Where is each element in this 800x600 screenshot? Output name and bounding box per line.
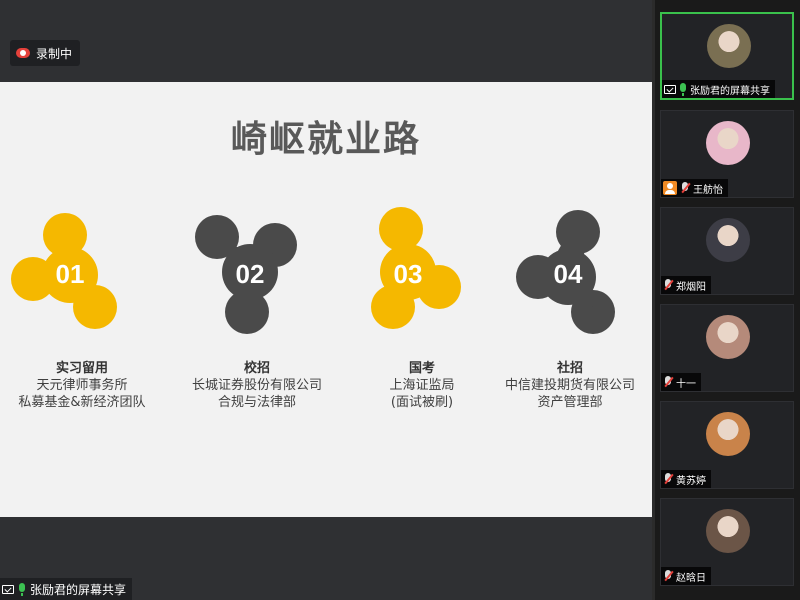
slide-title: 崎岖就业路	[230, 119, 421, 160]
screen-share-icon	[664, 84, 676, 94]
participant-list[interactable]: 张励君的屏幕共享 王舫怡 郑烟阳 十一 黄苏婷 赵晗日	[655, 0, 800, 600]
participant-name-bar: 郑烟阳	[661, 276, 711, 294]
step-caption-4: 社招 中信建投期货有限公司 资产管理部	[485, 360, 652, 411]
presentation-slide: 崎岖就业路 01 02 03 04 实习留用 天元律师事务所 私募基金&新经济团…	[0, 82, 652, 517]
participant-name-bar: 黄苏婷	[661, 470, 711, 488]
step-caption-3: 国考 上海证监局 (面试被刷)	[337, 360, 507, 411]
participant-name: 郑烟阳	[676, 281, 706, 293]
step-number-2: 02	[235, 259, 265, 289]
avatar	[706, 509, 750, 553]
mic-muted-icon	[663, 473, 673, 485]
participant-name: 张励君的屏幕共享	[690, 85, 770, 97]
participant-name: 王舫怡	[693, 184, 723, 196]
participant-name-bar: 十一	[661, 373, 701, 391]
step-line2-4: 资产管理部	[537, 395, 603, 410]
participant-tile-6[interactable]: 赵晗日	[660, 498, 794, 586]
step-caption-2: 校招 长城证券股份有限公司 合规与法律部	[172, 360, 342, 411]
mic-muted-icon	[663, 570, 673, 582]
step-heading-3: 国考	[408, 361, 435, 376]
participant-name-bar: 赵晗日	[661, 567, 711, 585]
participant-name-bar: 张励君的屏幕共享	[662, 80, 775, 98]
participant-name: 黄苏婷	[676, 475, 706, 487]
participant-name: 赵晗日	[676, 572, 706, 584]
participant-tile-1[interactable]: 张励君的屏幕共享	[660, 12, 794, 100]
recording-badge[interactable]: 录制中	[10, 40, 81, 66]
step-caption-1: 实习留用 天元律师事务所 私募基金&新经济团队	[0, 360, 167, 411]
step-heading-2: 校招	[243, 361, 270, 376]
step-line2-3: (面试被刷)	[390, 395, 454, 410]
avatar	[707, 24, 751, 68]
step-line1-4: 中信建投期货有限公司	[504, 378, 635, 393]
step-line1-2: 长城证券股份有限公司	[191, 378, 322, 393]
user-icon	[663, 181, 677, 195]
avatar	[706, 315, 750, 359]
participant-tile-2[interactable]: 王舫怡	[660, 110, 794, 198]
avatar	[706, 218, 750, 262]
step-line1-3: 上海证监局	[389, 378, 455, 393]
step-line2-1: 私募基金&新经济团队	[18, 395, 146, 410]
participant-tile-3[interactable]: 郑烟阳	[660, 207, 794, 295]
step-shape-1: 01	[0, 207, 155, 342]
step-shape-4: 04	[483, 207, 652, 342]
recording-label: 录制中	[36, 46, 73, 61]
screen-share-label[interactable]: 张励君的屏幕共享	[0, 578, 133, 600]
step-shape-2: 02	[165, 207, 335, 342]
avatar	[706, 121, 750, 165]
mic-muted-icon	[663, 376, 673, 388]
step-shape-3: 03	[323, 207, 493, 342]
microphone-icon	[679, 82, 687, 96]
mic-muted-icon	[663, 279, 673, 291]
step-heading-4: 社招	[556, 361, 583, 376]
step-line1-1: 天元律师事务所	[36, 378, 128, 393]
participant-name: 十一	[676, 378, 696, 390]
participant-tile-5[interactable]: 黄苏婷	[660, 401, 794, 489]
participant-tile-4[interactable]: 十一	[660, 304, 794, 392]
microphone-icon	[18, 582, 26, 596]
screen-share-text: 张励君的屏幕共享	[30, 582, 127, 597]
recording-icon	[16, 48, 30, 58]
step-number-1: 01	[55, 259, 85, 289]
step-line2-2: 合规与法律部	[217, 395, 296, 410]
screen-share-area: 录制中 崎岖就业路 01 02 03 04 实习留用 天元律师事务所 私募基金&…	[0, 0, 652, 600]
participant-name-bar: 王舫怡	[661, 179, 728, 197]
step-heading-1: 实习留用	[55, 361, 108, 376]
step-number-4: 04	[553, 259, 583, 289]
mic-muted-icon	[680, 182, 690, 194]
avatar	[706, 412, 750, 456]
screen-share-icon	[2, 584, 14, 594]
step-number-3: 03	[393, 259, 423, 289]
